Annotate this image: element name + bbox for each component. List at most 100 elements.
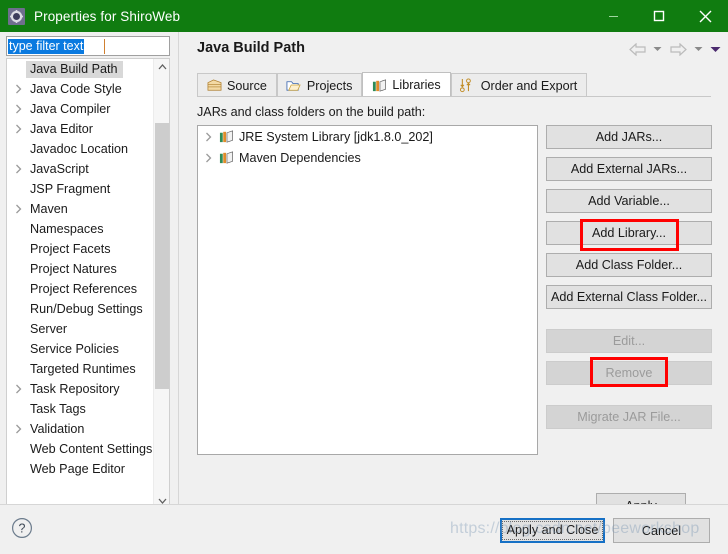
- sidebar-item-server[interactable]: Server: [7, 319, 153, 339]
- edit-button: Edit...: [546, 329, 712, 353]
- text-caret: [104, 39, 105, 54]
- sidebar-item-label: Namespaces: [30, 222, 104, 236]
- gear-icon: [8, 7, 25, 25]
- sidebar-item-namespaces[interactable]: Namespaces: [7, 219, 153, 239]
- back-arrow-icon[interactable]: [627, 39, 647, 59]
- expand-chevron-right-icon[interactable]: [15, 84, 28, 94]
- sidebar-item-maven[interactable]: Maven: [7, 199, 153, 219]
- cancel-button[interactable]: Cancel: [613, 518, 710, 543]
- sidebar-scrollbar-thumb[interactable]: [155, 123, 169, 389]
- scroll-up-arrow-icon[interactable]: [154, 59, 169, 75]
- books-icon: [219, 129, 238, 144]
- settings-sidebar: type filter text Java Build Path Java Cod…: [0, 32, 178, 527]
- sidebar-item-project-references[interactable]: Project References: [7, 279, 153, 299]
- sidebar-item-service-policies[interactable]: Service Policies: [7, 339, 153, 359]
- sidebar-item-project-natures[interactable]: Project Natures: [7, 259, 153, 279]
- tab-label: Libraries: [392, 78, 441, 92]
- tab-projects[interactable]: Projects: [276, 73, 363, 97]
- library-item[interactable]: Maven Dependencies: [198, 147, 537, 168]
- add-variable-button[interactable]: Add Variable...: [546, 189, 712, 213]
- apply-and-close-button[interactable]: Apply and Close: [500, 518, 605, 543]
- sidebar-item-web-page-editor[interactable]: Web Page Editor: [7, 459, 153, 479]
- build-path-tabs: Source Projects Libraries Order and Export: [197, 72, 711, 97]
- add-jars-button[interactable]: Add JARs...: [546, 125, 712, 149]
- sidebar-item-task-repository[interactable]: Task Repository: [7, 379, 153, 399]
- order-arrows-icon: [460, 78, 476, 93]
- expand-chevron-right-icon[interactable]: [15, 124, 28, 134]
- sidebar-item-javascript[interactable]: JavaScript: [7, 159, 153, 179]
- button-group-separator: [546, 393, 712, 405]
- sidebar-item-java-build-path[interactable]: Java Build Path: [7, 59, 153, 79]
- view-menu-chevron-down-icon[interactable]: [709, 39, 722, 59]
- sidebar-item-javadoc-location[interactable]: Javadoc Location: [7, 139, 153, 159]
- navigation-toolbar: [627, 39, 722, 59]
- sidebar-item-targeted-runtimes[interactable]: Targeted Runtimes: [7, 359, 153, 379]
- expand-chevron-right-icon[interactable]: [15, 204, 28, 214]
- tab-libraries[interactable]: Libraries: [362, 72, 451, 97]
- minimize-button[interactable]: [590, 0, 636, 32]
- expand-chevron-right-icon[interactable]: [15, 424, 28, 434]
- close-button[interactable]: [682, 0, 728, 32]
- sidebar-item-label: Maven: [30, 202, 68, 216]
- expand-chevron-right-icon[interactable]: [15, 104, 28, 114]
- books-icon: [371, 78, 387, 92]
- properties-dialog: Properties for ShiroWeb type filter text…: [0, 0, 728, 554]
- maximize-button[interactable]: [636, 0, 682, 32]
- tab-label: Order and Export: [480, 78, 578, 93]
- sidebar-item-run-debug-settings[interactable]: Run/Debug Settings: [7, 299, 153, 319]
- sidebar-item-label: Project References: [30, 282, 138, 296]
- expand-chevron-right-icon[interactable]: [205, 153, 219, 163]
- sidebar-item-jsp-fragment[interactable]: JSP Fragment: [7, 179, 153, 199]
- svg-text:?: ?: [19, 522, 26, 536]
- expand-chevron-right-icon[interactable]: [205, 132, 219, 142]
- sidebar-item-label: Task Repository: [30, 382, 120, 396]
- libraries-list[interactable]: JRE System Library [jdk1.8.0_202] Maven D…: [197, 125, 538, 455]
- package-icon: [206, 79, 222, 93]
- sidebar-vertical-scrollbar[interactable]: [153, 59, 169, 509]
- sidebar-item-label: JSP Fragment: [30, 182, 111, 196]
- filter-input-value: type filter text: [8, 39, 85, 54]
- sidebar-item-label: Java Build Path: [26, 60, 123, 78]
- folder-open-icon: [286, 79, 302, 93]
- sidebar-item-java-compiler[interactable]: Java Compiler: [7, 99, 153, 119]
- sidebar-item-web-content-settings[interactable]: Web Content Settings: [7, 439, 153, 459]
- help-icon[interactable]: ?: [11, 517, 33, 539]
- title-bar: Properties for ShiroWeb: [0, 0, 728, 32]
- expand-chevron-right-icon[interactable]: [15, 384, 28, 394]
- add-library-button[interactable]: Add Library...: [546, 221, 712, 245]
- forward-history-chevron-down-icon[interactable]: [692, 39, 705, 59]
- tabs-underline: [197, 96, 711, 97]
- sidebar-item-label: Project Natures: [30, 262, 117, 276]
- expand-chevron-right-icon[interactable]: [15, 164, 28, 174]
- library-actions: Add JARs... Add External JARs... Add Varia…: [546, 125, 712, 437]
- tab-label: Source: [227, 78, 267, 93]
- add-external-jars-button[interactable]: Add External JARs...: [546, 157, 712, 181]
- remove-button: Remove: [546, 361, 712, 385]
- filter-input[interactable]: type filter text: [6, 36, 170, 56]
- sidebar-item-label: JavaScript: [30, 162, 89, 176]
- sidebar-item-label: Java Compiler: [30, 102, 111, 116]
- books-icon: [219, 150, 238, 165]
- sidebar-item-validation[interactable]: Validation: [7, 419, 153, 439]
- library-item[interactable]: JRE System Library [jdk1.8.0_202]: [198, 126, 537, 147]
- add-external-class-folder-button[interactable]: Add External Class Folder...: [546, 285, 712, 309]
- tab-label: Projects: [306, 78, 353, 93]
- sidebar-item-label: Project Facets: [30, 242, 111, 256]
- back-history-chevron-down-icon[interactable]: [651, 39, 664, 59]
- sidebar-item-project-facets[interactable]: Project Facets: [7, 239, 153, 259]
- sidebar-item-label: Run/Debug Settings: [30, 302, 143, 316]
- settings-tree[interactable]: Java Build Path Java Code Style Java Compi…: [6, 58, 170, 510]
- sidebar-item-label: Java Editor: [30, 122, 93, 136]
- sidebar-item-label: Server: [30, 322, 68, 336]
- forward-arrow-icon[interactable]: [668, 39, 688, 59]
- page-title: Java Build Path: [197, 40, 305, 56]
- section-label: JARs and class folders on the build path…: [197, 105, 426, 119]
- sidebar-item-java-code-style[interactable]: Java Code Style: [7, 79, 153, 99]
- add-class-folder-button[interactable]: Add Class Folder...: [546, 253, 712, 277]
- sidebar-item-label: Task Tags: [30, 402, 86, 416]
- tab-order-and-export[interactable]: Order and Export: [450, 73, 588, 97]
- tab-source[interactable]: Source: [197, 73, 277, 97]
- sidebar-item-java-editor[interactable]: Java Editor: [7, 119, 153, 139]
- dialog-footer: ? Apply and Close Cancel: [0, 504, 728, 554]
- sidebar-item-task-tags[interactable]: Task Tags: [7, 399, 153, 419]
